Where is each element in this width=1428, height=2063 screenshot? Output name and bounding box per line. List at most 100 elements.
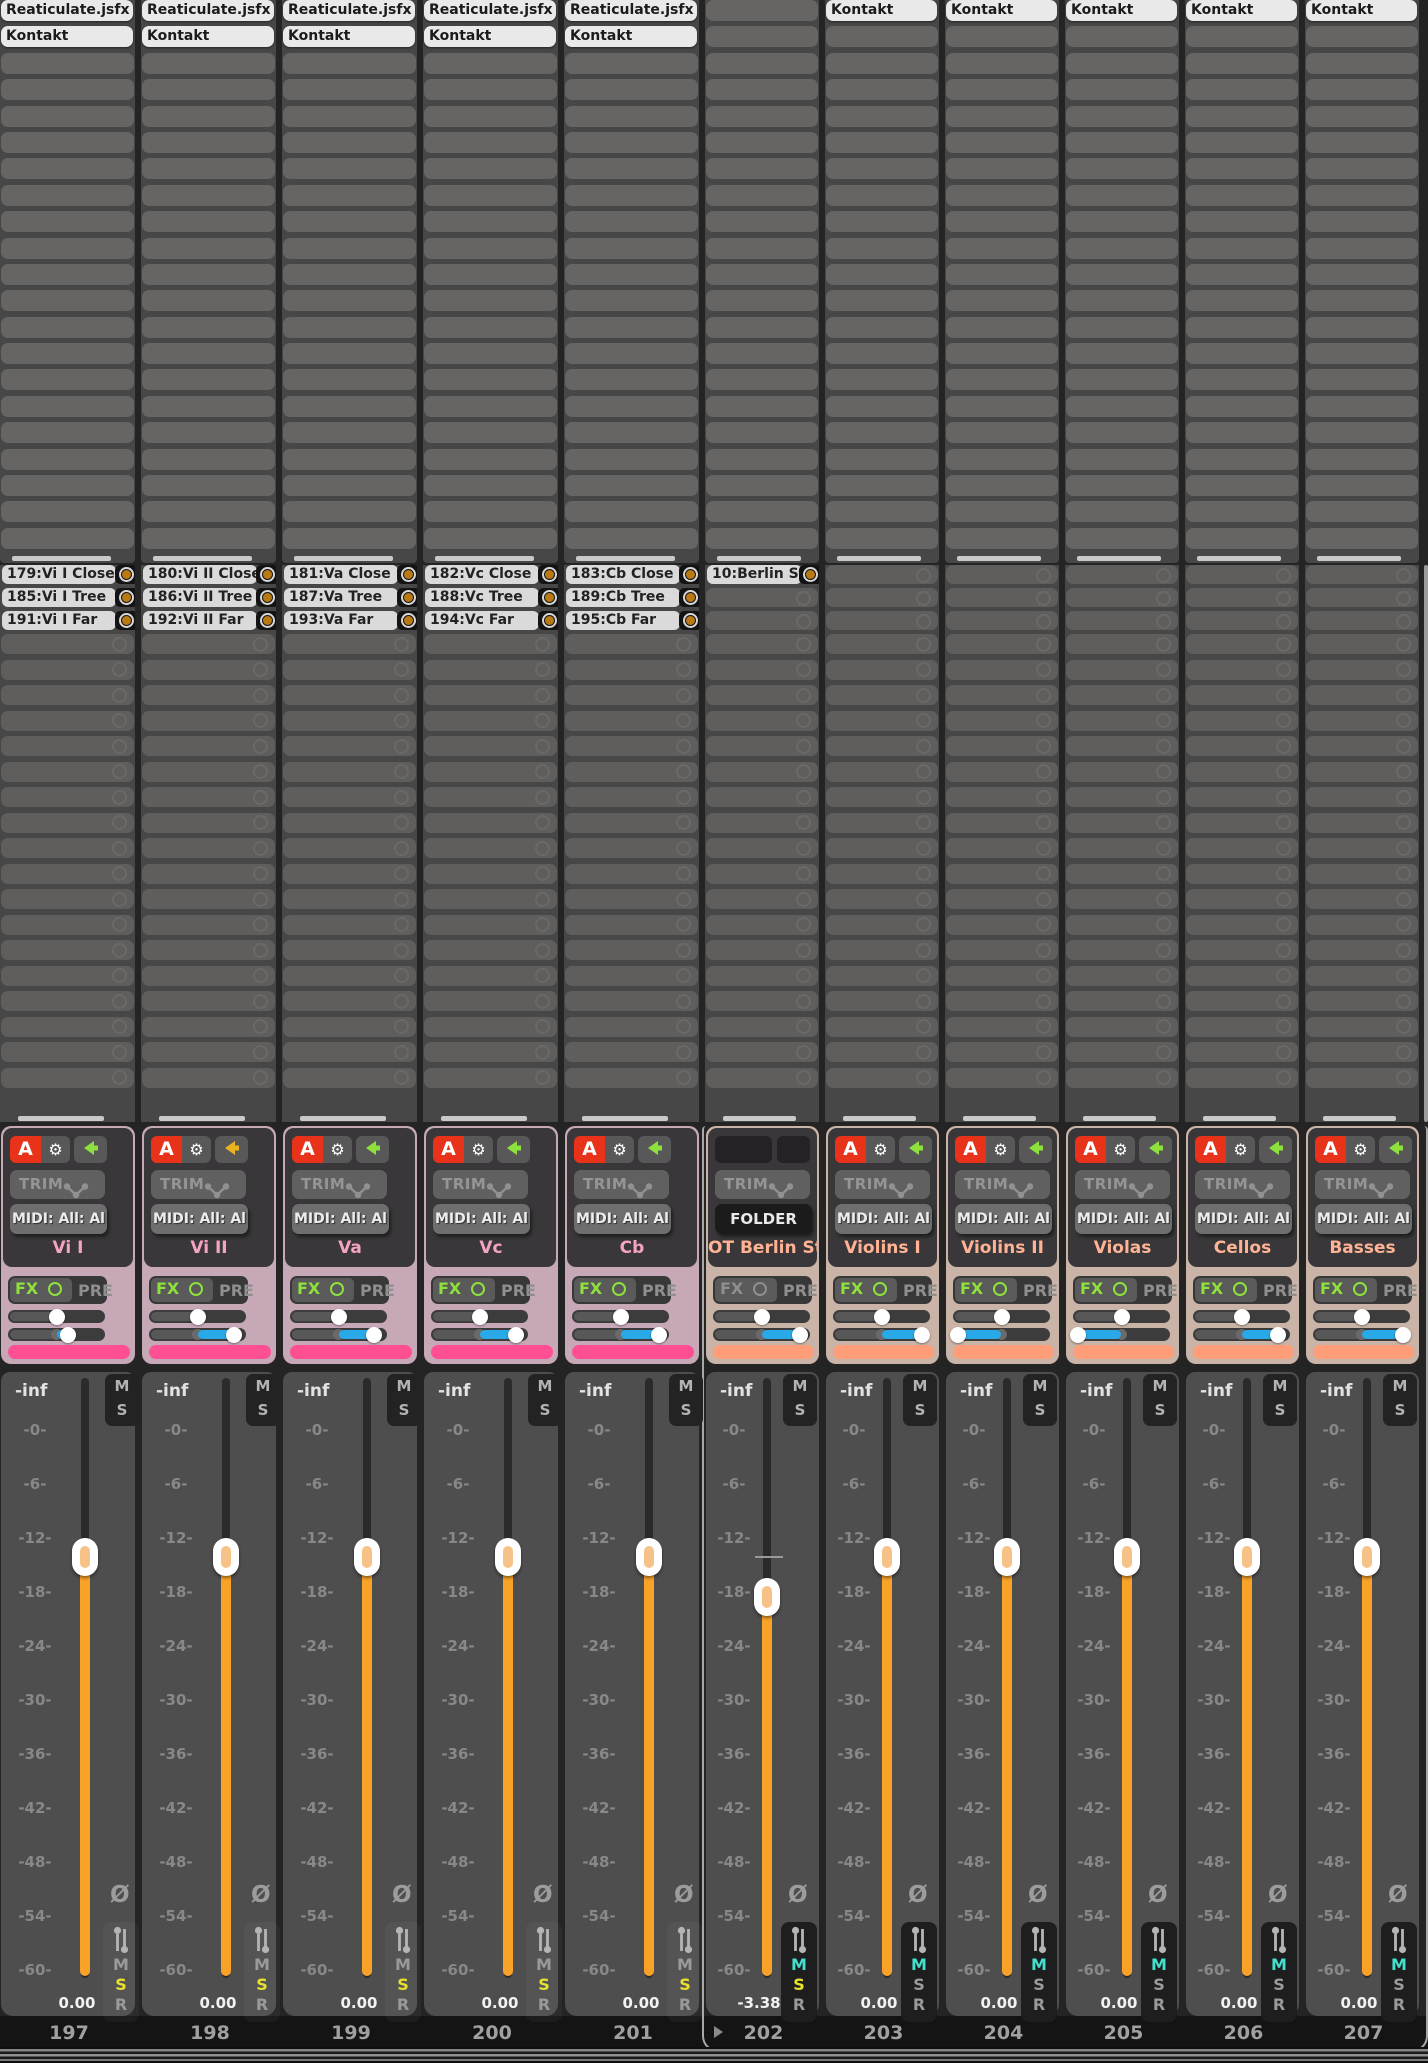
width-slider[interactable] — [572, 1326, 669, 1343]
fader-knob[interactable] — [1114, 1538, 1140, 1576]
gear-icon[interactable]: ⚙ — [41, 1136, 70, 1163]
fx-slot[interactable]: Reaticulate.jsfx — [424, 0, 556, 21]
send-slot-empty[interactable] — [1066, 611, 1178, 630]
send-slot-empty[interactable] — [706, 991, 818, 1011]
pre-fader-button[interactable]: PRE — [1143, 1281, 1178, 1300]
fx-slot-empty[interactable] — [1186, 26, 1298, 48]
pre-fader-button[interactable]: PRE — [78, 1281, 113, 1300]
send-slot-empty[interactable] — [706, 863, 818, 884]
fx-slot-empty[interactable] — [946, 475, 1058, 497]
automation-button[interactable]: A — [10, 1136, 41, 1163]
send-slot-empty[interactable] — [283, 965, 416, 986]
fx-list-scrollbar[interactable] — [717, 556, 802, 561]
phase-invert-button[interactable]: Ø — [788, 1882, 808, 1908]
volume-value[interactable]: 0.00 — [1197, 1994, 1281, 2012]
send-slot-empty[interactable] — [826, 838, 938, 858]
send-pan-knob[interactable] — [679, 588, 699, 607]
send-slot-empty[interactable] — [1186, 611, 1298, 630]
pre-fader-button[interactable]: PRE — [1263, 1281, 1298, 1300]
send-slot-empty[interactable] — [1, 1067, 134, 1088]
send-slot-empty[interactable] — [565, 889, 698, 909]
send-slot-empty[interactable] — [565, 787, 698, 807]
send-slot-empty[interactable] — [1306, 1042, 1418, 1062]
width-slider[interactable] — [1313, 1326, 1412, 1343]
mute-button[interactable]: M — [1263, 1374, 1297, 1398]
send-slot-empty[interactable] — [946, 761, 1058, 782]
send-slot-empty[interactable] — [1186, 588, 1298, 607]
fx-slot-empty[interactable] — [1186, 105, 1298, 127]
fx-slot-empty[interactable] — [142, 211, 275, 233]
fx-slot-empty[interactable] — [1186, 422, 1298, 444]
fx-slot-empty[interactable] — [1, 263, 134, 285]
fx-slot-empty[interactable] — [1306, 527, 1418, 549]
pan-knob[interactable] — [1233, 1308, 1250, 1325]
mute-button-small[interactable]: M — [781, 1955, 817, 1975]
fx-slot-empty[interactable] — [1, 475, 134, 497]
send-slot-empty[interactable] — [946, 812, 1058, 833]
track-name[interactable]: Basses — [1308, 1238, 1417, 1258]
fx-slot[interactable]: Reaticulate.jsfx — [142, 0, 274, 21]
send-list-scrollbar[interactable] — [1323, 1116, 1396, 1121]
pre-fader-button[interactable]: PRE — [903, 1281, 938, 1300]
solo-button-small[interactable]: S — [667, 1975, 703, 1995]
send-slot-empty[interactable] — [946, 1016, 1058, 1037]
fx-slot-empty[interactable] — [946, 211, 1058, 233]
fx-slot-empty[interactable] — [946, 395, 1058, 417]
fx-button[interactable]: FX — [1080, 1279, 1103, 1298]
fader-knob[interactable] — [354, 1538, 380, 1576]
width-slider[interactable] — [431, 1326, 528, 1343]
fx-slot-empty[interactable] — [706, 52, 818, 74]
send-slot-empty[interactable] — [283, 659, 416, 680]
send-slot-empty[interactable] — [1, 991, 134, 1011]
send-slot-empty[interactable] — [1306, 761, 1418, 782]
send-slot-empty[interactable] — [565, 965, 698, 986]
fx-slot-empty[interactable] — [424, 343, 557, 365]
fx-slot-empty[interactable] — [826, 475, 938, 497]
send-slot-empty[interactable] — [946, 588, 1058, 607]
fx-slot-empty[interactable] — [1, 369, 134, 391]
fx-slot-empty[interactable] — [706, 422, 818, 444]
fx-online-icon[interactable] — [873, 1282, 887, 1296]
fx-slot-empty[interactable] — [1066, 237, 1178, 259]
send-slot-empty[interactable] — [946, 736, 1058, 756]
solo-button-small[interactable]: S — [103, 1975, 139, 1995]
io-routing-icon[interactable] — [667, 1925, 703, 1955]
record-monitor-speaker-icon[interactable] — [1259, 1136, 1292, 1163]
send-slot-empty[interactable] — [1186, 710, 1298, 731]
send-slot-empty[interactable] — [826, 1042, 938, 1062]
send-slot-empty[interactable] — [1186, 940, 1298, 960]
fx-slot-empty[interactable] — [946, 105, 1058, 127]
fx-slot-empty[interactable] — [1306, 290, 1418, 312]
fx-slot-empty[interactable] — [283, 422, 416, 444]
phase-invert-button[interactable]: Ø — [110, 1882, 130, 1908]
fx-list-scrollbar[interactable] — [837, 556, 922, 561]
io-routing-icon[interactable] — [103, 1925, 139, 1955]
width-knob[interactable] — [226, 1326, 243, 1343]
fx-slot-empty[interactable] — [1, 395, 134, 417]
fx-slot-empty[interactable] — [1066, 211, 1178, 233]
mute-button-small[interactable]: M — [901, 1955, 937, 1975]
fx-slot-empty[interactable] — [706, 527, 818, 549]
automation-button[interactable]: A — [955, 1136, 986, 1163]
send-slot-empty[interactable] — [1306, 965, 1418, 986]
send-slot-empty[interactable] — [424, 812, 557, 833]
fx-slot-empty[interactable] — [826, 184, 938, 206]
io-routing-icon[interactable] — [901, 1925, 937, 1955]
pre-fader-button[interactable]: PRE — [501, 1281, 536, 1300]
midi-input-button[interactable]: MIDI: All: Al — [955, 1204, 1052, 1234]
gear-icon[interactable]: ⚙ — [182, 1136, 211, 1163]
send-list-scrollbar[interactable] — [963, 1116, 1036, 1121]
folder-collapse-arrow-icon[interactable] — [714, 2026, 723, 2038]
fx-slot-empty[interactable] — [826, 105, 938, 127]
record-monitor-speaker-icon[interactable] — [638, 1136, 671, 1163]
fader-knob[interactable] — [874, 1538, 900, 1576]
empty-button-slot[interactable] — [715, 1136, 772, 1163]
track-name[interactable]: Violins II — [948, 1238, 1057, 1258]
pre-fader-button[interactable]: PRE — [1383, 1281, 1418, 1300]
send-slot-empty[interactable] — [565, 812, 698, 833]
send-slot-empty[interactable] — [1066, 940, 1178, 960]
send-slot-empty[interactable] — [1306, 565, 1418, 584]
fx-slot-empty[interactable] — [826, 316, 938, 338]
fx-slot-empty[interactable] — [946, 52, 1058, 74]
volume-value[interactable]: 0.00 — [458, 1994, 542, 2012]
